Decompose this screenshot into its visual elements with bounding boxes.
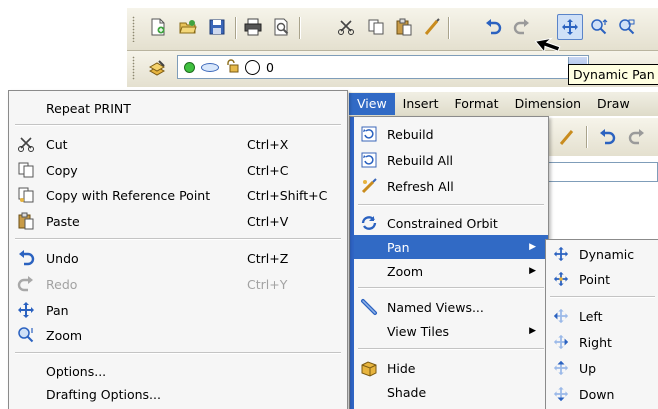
undo-icon (17, 249, 35, 267)
menu-separator (358, 204, 544, 206)
bulb-on-icon[interactable] (184, 61, 195, 73)
hide-icon (360, 359, 378, 377)
submenu-arrow-icon: ▶ (529, 326, 536, 336)
paste-icon[interactable] (391, 14, 417, 40)
pan-left-icon (552, 307, 570, 325)
toolbar-grip[interactable] (132, 56, 135, 80)
redo-icon (17, 275, 35, 293)
ctx-item-pan[interactable]: Pan (9, 298, 345, 322)
match-properties-icon (554, 124, 580, 150)
pan-submenu: Dynamic Point Left Right Up Down (545, 239, 658, 409)
view-menu-item-pan[interactable]: Pan ▶ (354, 235, 548, 259)
view-menu-item-shade[interactable]: Shade (354, 380, 548, 404)
pan-submenu-item-up[interactable]: Up (546, 356, 658, 380)
menu-separator (15, 238, 341, 240)
cut-icon[interactable] (333, 14, 359, 40)
rebuild-icon (360, 125, 378, 143)
toolbar-grip[interactable] (132, 16, 135, 42)
color-swatch-icon[interactable] (245, 59, 260, 75)
menu-draw[interactable]: Draw (589, 93, 638, 115)
view-menu-item-zoom[interactable]: Zoom ▶ (354, 259, 548, 283)
pan-down-icon (552, 385, 570, 403)
pan-icon (17, 301, 35, 319)
pan-up-icon (552, 359, 570, 377)
background-toolbar (548, 118, 658, 156)
view-menu: Rebuild Rebuild All Refresh All Constrai… (349, 116, 549, 409)
ctx-item-drafting-options[interactable]: Drafting Options... (9, 382, 345, 406)
view-menu-item-rebuild-all[interactable]: Rebuild All (354, 148, 548, 172)
zoom-icon (17, 326, 35, 344)
cut-icon (17, 135, 35, 153)
print-icon[interactable] (240, 14, 266, 40)
toolbar-separator (299, 17, 301, 39)
zoom-window-icon[interactable] (614, 14, 640, 40)
pan-point-icon (552, 270, 570, 288)
layer-name: 0 (266, 59, 274, 75)
undo-icon[interactable] (480, 14, 506, 40)
lock-icon[interactable] (225, 58, 239, 76)
menu-view[interactable]: View (349, 93, 395, 115)
ctx-item-copy-with-reference-point[interactable]: Copy with Reference Point Ctrl+Shift+C (9, 183, 345, 207)
undo-icon (594, 124, 620, 150)
view-menu-item-rebuild[interactable]: Rebuild (354, 122, 548, 146)
context-menu: Repeat PRINT Cut Ctrl+X Copy Ctrl+C Copy… (8, 90, 348, 409)
refresh-all-icon (360, 177, 378, 195)
ctx-item-copy[interactable]: Copy Ctrl+C (9, 158, 345, 182)
toolbar-separator (586, 126, 588, 148)
submenu-arrow-icon: ▶ (529, 242, 536, 252)
match-properties-icon[interactable] (419, 14, 445, 40)
rebuild-all-icon (360, 151, 378, 169)
menu-separator (15, 124, 341, 126)
menu-separator (15, 352, 341, 354)
print-preview-icon[interactable] (268, 14, 294, 40)
save-icon[interactable] (204, 14, 230, 40)
pan-right-icon (552, 333, 570, 351)
view-menu-item-hide[interactable]: Hide (354, 356, 548, 380)
copy-base-point-icon (17, 186, 35, 204)
pan-submenu-item-point[interactable]: Point (546, 267, 658, 291)
view-menu-item-constrained-orbit[interactable]: Constrained Orbit (354, 211, 548, 235)
standard-toolbar (127, 8, 658, 51)
pan-submenu-item-left[interactable]: Left (546, 304, 658, 328)
view-menu-item-view-tiles[interactable]: View Tiles ▶ (354, 319, 548, 343)
menu-separator (358, 287, 544, 289)
menu-insert[interactable]: Insert (395, 93, 447, 115)
freeze-icon[interactable] (201, 62, 219, 72)
ctx-item-repeat-print[interactable]: Repeat PRINT (9, 96, 345, 120)
tooltip: Dynamic Pan (568, 64, 658, 85)
menu-bar: View Insert Format Dimension Draw (349, 92, 658, 116)
orbit-icon (360, 214, 378, 232)
open-icon[interactable] (175, 14, 201, 40)
ctx-item-options[interactable]: Options... (9, 359, 345, 383)
layer-manager-icon[interactable] (144, 55, 170, 81)
ctx-item-zoom[interactable]: Zoom (9, 323, 345, 347)
pan-submenu-item-dynamic[interactable]: Dynamic (546, 242, 658, 266)
submenu-arrow-icon: ▶ (529, 266, 536, 276)
copy-icon[interactable] (363, 14, 389, 40)
new-drawing-icon[interactable] (145, 14, 171, 40)
view-menu-item-named-views[interactable]: Named Views... (354, 295, 548, 319)
redo-icon (624, 124, 650, 150)
menu-separator (358, 348, 544, 350)
paste-icon (17, 212, 35, 230)
ctx-item-undo[interactable]: Undo Ctrl+Z (9, 246, 345, 270)
layer-dropdown[interactable]: 0 (177, 55, 589, 79)
pan-submenu-item-right[interactable]: Right (546, 330, 658, 354)
zoom-realtime-icon[interactable] (586, 14, 612, 40)
menu-format[interactable]: Format (447, 93, 507, 115)
toolbar-separator (235, 17, 237, 39)
pan-dynamic-icon (552, 245, 570, 263)
ctx-item-paste[interactable]: Paste Ctrl+V (9, 209, 345, 233)
pan-submenu-item-down[interactable]: Down (546, 382, 658, 406)
background-input (548, 162, 658, 182)
ctx-item-redo[interactable]: Redo Ctrl+Y (9, 272, 345, 296)
ctx-item-cut[interactable]: Cut Ctrl+X (9, 132, 345, 156)
view-menu-item-refresh-all[interactable]: Refresh All (354, 174, 548, 198)
named-views-icon (360, 298, 378, 316)
menu-dimension[interactable]: Dimension (507, 93, 589, 115)
copy-icon (17, 161, 35, 179)
menu-separator (550, 296, 655, 298)
toolbar-separator (448, 17, 450, 39)
